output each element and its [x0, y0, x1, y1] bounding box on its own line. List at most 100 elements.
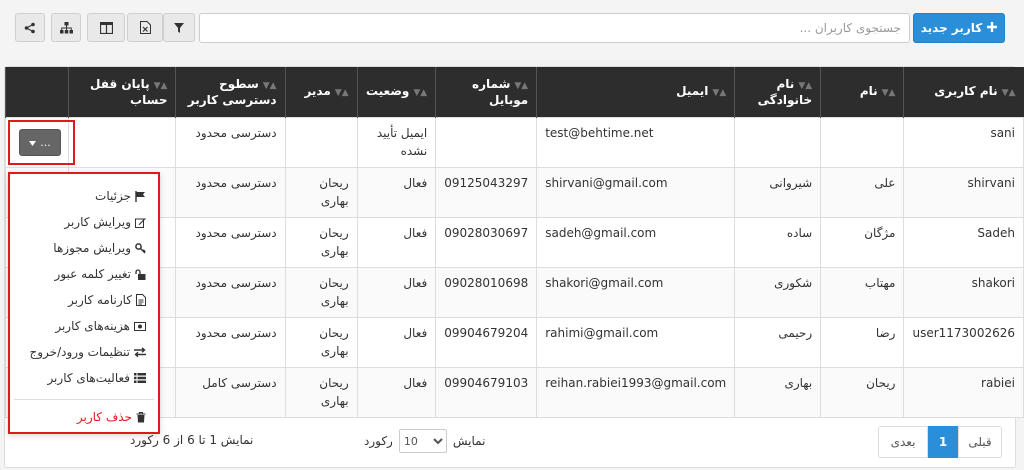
cell-manager: ریحان بهاری — [284, 166, 358, 218]
filter-button[interactable] — [163, 13, 195, 42]
menu-item-delete-user[interactable]: حذف کاربر — [77, 407, 146, 427]
pagination-previous[interactable]: قبلی — [958, 426, 1002, 458]
cell-lock-end — [67, 116, 177, 168]
cell-mobile: 09125043297 — [435, 166, 538, 218]
row-actions-label: ... — [40, 136, 51, 149]
row-actions-menu: جزئیات ویرایش کاربر ویرایش مجوزها تغییر … — [8, 172, 160, 434]
cell-username: sani — [903, 116, 1024, 168]
menu-item-login-settings[interactable]: تنظیمات ورود/خروج — [30, 342, 146, 362]
cell-first-name: علی — [820, 166, 905, 218]
unlock-icon — [135, 268, 146, 280]
pagination: قبلی 1 بعدی — [878, 426, 1002, 458]
sort-icon: ▲▼ — [1001, 87, 1016, 98]
column-header-actions — [5, 67, 69, 117]
pagination-next[interactable]: بعدی — [878, 426, 928, 458]
column-header-status[interactable]: ▲▼وضعیت — [356, 67, 436, 117]
sort-icon: ▲▼ — [798, 80, 813, 91]
cell-email: rahimi@gmail.com — [536, 316, 736, 368]
new-user-label: کاربر جدید — [920, 21, 983, 35]
column-header-username[interactable]: ▲▼نام کاربری — [903, 67, 1024, 117]
cell-mobile: 09028010698 — [435, 266, 538, 318]
cell-mobile: 09904679204 — [435, 316, 538, 368]
menu-item-details[interactable]: جزئیات — [95, 186, 146, 206]
money-icon — [134, 321, 146, 331]
cell-username: shirvani — [903, 166, 1024, 218]
cell-first-name — [820, 116, 905, 168]
table-header-row: ▲▼نام کاربری ▲▼نام ▲▼نام خانوادگی ▲▼ایمی… — [5, 67, 1024, 117]
trash-icon — [136, 411, 146, 423]
menu-item-change-password[interactable]: تغییر کلمه عبور — [55, 264, 146, 284]
key-icon — [135, 242, 146, 254]
records-summary: نمایش 1 تا 6 از 6 رکورد — [130, 433, 254, 447]
cell-last-name: شکوری — [734, 266, 822, 318]
sort-icon: ▲▼ — [712, 87, 727, 98]
column-header-last-name[interactable]: ▲▼نام خانوادگی — [734, 67, 821, 117]
sitemap-icon — [59, 21, 73, 34]
cell-access-level: دسترسی محدود — [175, 316, 286, 368]
cell-status: ایمیل تأیید نشده — [356, 116, 437, 168]
cell-access-level: دسترسی محدود — [175, 216, 286, 268]
cell-email: reihan.rabiei1993@gmail.com — [536, 366, 736, 418]
sort-icon: ▲▼ — [413, 87, 428, 98]
cell-manager — [284, 116, 358, 168]
cell-manager: ریحان بهاری — [284, 216, 358, 268]
cell-last-name — [734, 116, 822, 168]
excel-file-icon — [139, 21, 151, 34]
export-excel-button[interactable] — [127, 13, 163, 42]
column-header-mobile[interactable]: ▲▼شماره موبایل — [435, 67, 537, 117]
cell-email: shakori@gmail.com — [536, 266, 736, 318]
pagination-page-current[interactable]: 1 — [928, 426, 958, 458]
share-button[interactable] — [15, 13, 45, 42]
cell-first-name: مهتاب — [820, 266, 905, 318]
sort-icon: ▲▼ — [262, 80, 277, 91]
cell-last-name: ساده — [734, 216, 822, 268]
cell-status: فعال — [356, 266, 437, 318]
org-chart-button[interactable] — [51, 13, 81, 42]
cell-last-name: بهاری — [734, 366, 822, 418]
cell-username: Sadeh — [903, 216, 1024, 268]
filter-icon — [174, 22, 184, 33]
caret-down-icon — [29, 136, 37, 149]
page-size-show-label: نمایش — [452, 434, 486, 448]
cell-access-level: دسترسی کامل — [175, 366, 286, 418]
file-icon — [136, 294, 146, 306]
cell-status: فعال — [356, 216, 437, 268]
cell-mobile: 09028030697 — [435, 216, 538, 268]
columns-button[interactable] — [87, 13, 125, 42]
menu-item-user-expenses[interactable]: هزینه‌های کاربر — [55, 316, 146, 336]
toolbar: کاربر جدید — [0, 0, 1024, 56]
cell-manager: ریحان بهاری — [284, 316, 358, 368]
cell-mobile — [435, 116, 538, 168]
cell-manager: ریحان بهاری — [284, 366, 358, 418]
edit-icon — [135, 217, 146, 228]
menu-item-user-activities[interactable]: فعالیت‌های کاربر — [47, 368, 146, 388]
search-input[interactable] — [199, 13, 910, 43]
column-header-manager[interactable]: ▲▼مدیر — [284, 67, 358, 117]
cell-last-name: شیروانی — [734, 166, 822, 218]
cell-email: sadeh@gmail.com — [536, 216, 736, 268]
cell-first-name: رضا — [820, 316, 905, 368]
new-user-button[interactable]: کاربر جدید — [913, 13, 1005, 43]
column-header-email[interactable]: ▲▼ایمیل — [536, 67, 735, 117]
row-actions-button[interactable]: ... — [19, 129, 61, 156]
column-header-first-name[interactable]: ▲▼نام — [820, 67, 904, 117]
menu-item-edit-user[interactable]: ویرایش کاربر — [64, 212, 146, 232]
cell-access-level: دسترسی محدود — [175, 166, 286, 218]
plus-icon — [987, 21, 998, 35]
cell-email: test@behtime.net — [536, 116, 736, 168]
cell-status: فعال — [356, 166, 437, 218]
column-header-access-levels[interactable]: ▲▼سطوح دسترسی کاربر — [175, 67, 286, 117]
cell-mobile: 09904679103 — [435, 366, 538, 418]
cell-status: فعال — [356, 366, 437, 418]
page-size-select[interactable]: 10 — [398, 429, 447, 453]
menu-item-user-record[interactable]: کارنامه کاربر — [68, 290, 146, 310]
share-icon — [24, 22, 36, 34]
cell-email: shirvani@gmail.com — [536, 166, 736, 218]
list-icon — [134, 373, 146, 383]
menu-item-edit-permissions[interactable]: ویرایش مجوزها — [53, 238, 146, 258]
column-header-lock-end[interactable]: ▲▼پایان قفل حساب — [67, 67, 176, 117]
cell-last-name: رحیمی — [734, 316, 822, 368]
sort-icon: ▲▼ — [881, 87, 896, 98]
sort-icon: ▲▼ — [334, 87, 349, 98]
cell-username: rabiei — [903, 366, 1024, 418]
